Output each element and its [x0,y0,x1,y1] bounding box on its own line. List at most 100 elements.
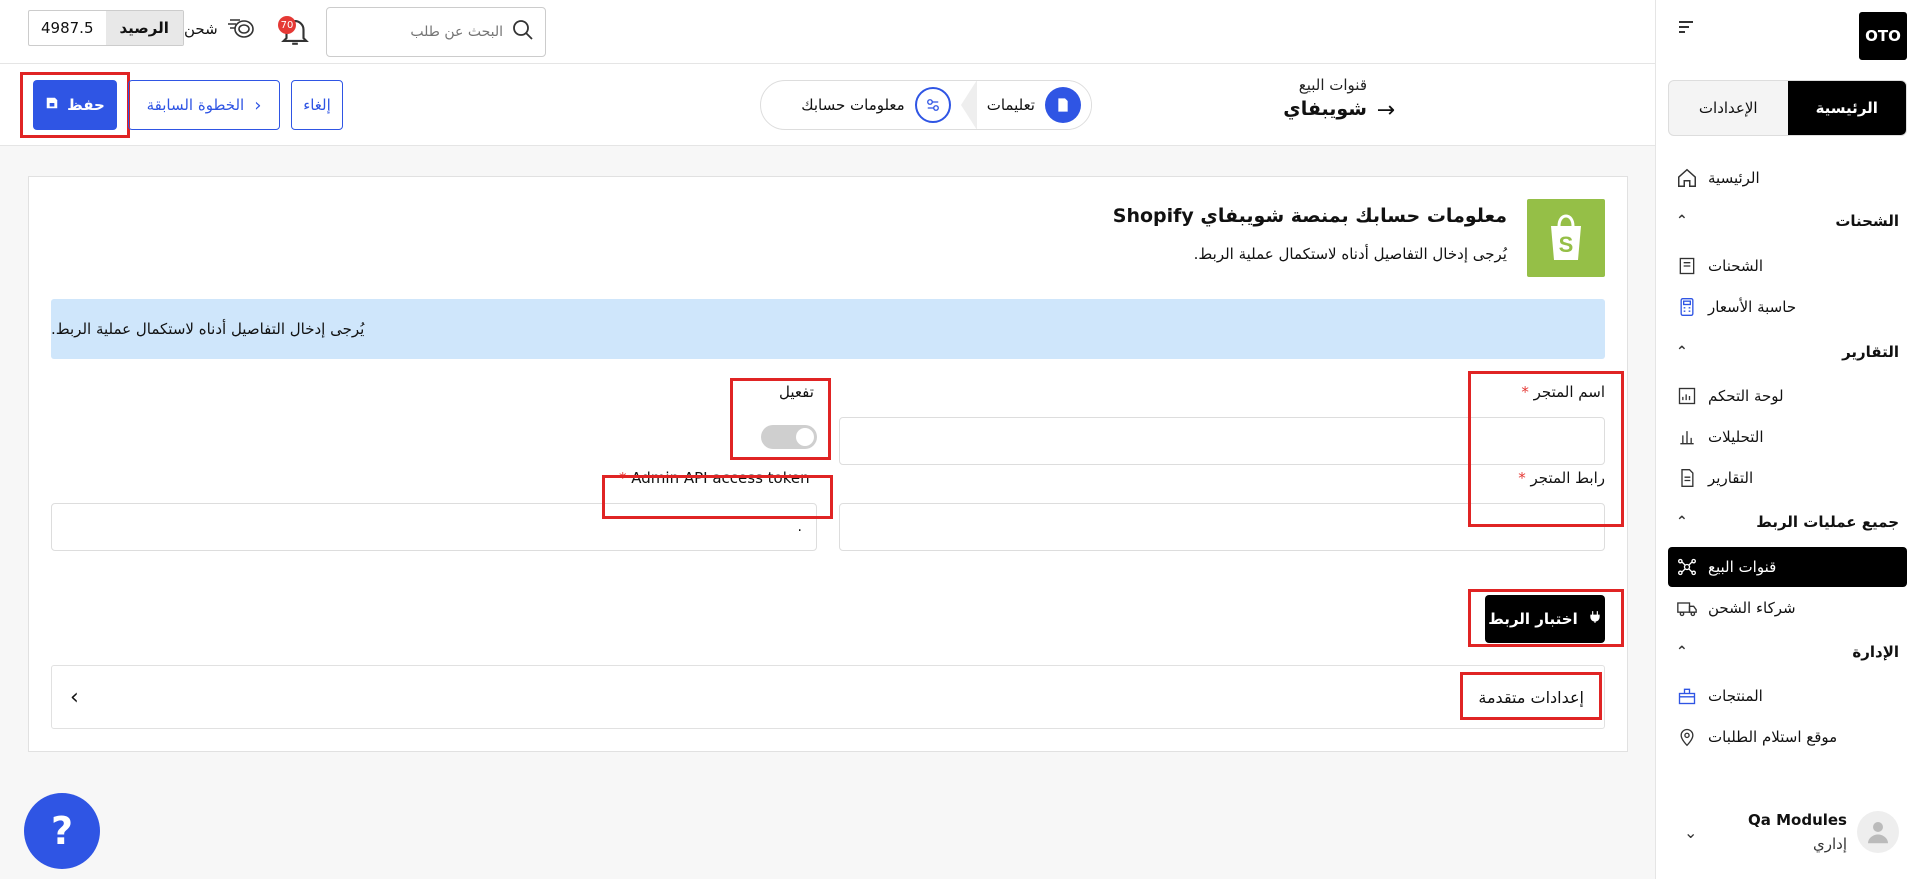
tab-home[interactable]: الرئيسية [1787,81,1906,135]
sidebar-item-sales-channels[interactable]: قنوات البيع [1668,547,1907,587]
advanced-settings-toggle[interactable]: ‹ إعدادات متقدمة [51,665,1605,729]
breadcrumb: قنوات البيع شويبفاي → [1283,76,1395,123]
sidebar-section-shipments[interactable]: الشحنات ⌃ [1668,205,1907,237]
calculator-icon [1676,296,1698,318]
breadcrumb-parent[interactable]: قنوات البيع [1283,76,1367,94]
chevron-right-icon: › [254,94,262,116]
section-title: جميع عمليات الربط [1756,513,1899,531]
sidebar-item-label: الشحنات [1708,257,1764,275]
sidebar-item-shipping-partners[interactable]: شركاء الشحن [1668,588,1907,628]
save-button[interactable]: حفظ [33,80,117,130]
sidebar-item-label: المنتجات [1708,687,1763,705]
section-title: التقارير [1842,343,1899,361]
dashboard-icon [1676,385,1698,407]
required-mark: * [1521,383,1529,401]
document-icon [1676,467,1698,489]
search-box[interactable] [326,7,546,57]
coins-icon [226,14,256,44]
activation-toggle[interactable] [761,425,817,449]
sidebar-item-label: لوحة التحكم [1708,387,1784,405]
chevron-down-icon[interactable]: ⌄ [1684,823,1697,842]
sidebar-item-reports[interactable]: التقارير [1668,458,1907,498]
chevron-up-icon: ⌃ [1676,213,1688,229]
store-url-input[interactable] [839,503,1605,551]
tab-settings[interactable]: الإعدادات [1669,81,1788,135]
charge-label: شحن [184,20,218,38]
step-label: معلومات حسابك [801,96,905,114]
sidebar-item-analytics[interactable]: التحليلات [1668,417,1907,457]
chevron-up-icon: ⌃ [1676,514,1688,530]
sidebar-item-label: حاسبة الأسعار [1708,298,1797,316]
sidebar-item-products[interactable]: المنتجات [1668,676,1907,716]
sidebar-tabs: الرئيسية الإعدادات [1668,80,1907,136]
balance-value: 4987.5 [41,19,94,37]
chevron-up-icon: ⌃ [1676,644,1688,660]
home-icon [1676,167,1698,189]
notifications-button[interactable]: 70 [278,14,312,48]
sidebar-item-dashboard[interactable]: لوحة التحكم [1668,376,1907,416]
sidebar-item-label: التحليلات [1708,428,1764,446]
sidebar-item-home[interactable]: الرئيسية [1668,158,1907,198]
step-account-info[interactable]: معلومات حسابك [791,81,961,129]
toggle-knob [796,428,814,446]
token-input[interactable]: . [51,503,817,551]
document-icon [1045,87,1081,123]
step-label: تعليمات [986,96,1035,114]
charge-button[interactable]: شحن [184,12,256,46]
required-mark: * [619,469,627,487]
prev-label: الخطوة السابقة [146,96,245,114]
label-text: رابط المتجر [1530,469,1606,487]
analytics-icon [1676,426,1698,448]
save-icon [45,96,59,114]
label-text: اسم المتجر [1533,383,1605,401]
top-bar: 4987.5 الرصيد شحن 70 [0,0,1655,64]
plug-icon [1588,609,1602,629]
test-label: اختبار الربط [1488,610,1578,628]
sidebar-item-price-calculator[interactable]: حاسبة الأسعار [1668,287,1907,327]
section-title: الإدارة [1852,643,1899,661]
previous-step-button[interactable]: الخطوة السابقة › [128,80,280,130]
search-input[interactable] [329,24,503,40]
info-text: يُرجى إدخال التفاصيل أدناه لاستكمال عملي… [51,320,365,338]
notification-badge: 70 [278,16,296,34]
sidebar-section-reports[interactable]: التقارير ⌃ [1668,336,1907,368]
step-instructions[interactable]: تعليمات [976,81,1091,129]
settings-icon [914,87,951,123]
balance-label: الرصيد [105,11,183,45]
action-bar: حفظ الخطوة السابقة › إلغاء تعليمات معلوم… [0,64,1655,146]
box-icon [1676,255,1698,277]
cancel-button[interactable]: إلغاء [291,80,343,130]
network-icon [1676,556,1698,578]
chevron-left-icon: ‹ [70,684,79,710]
store-name-input[interactable] [839,417,1605,465]
info-banner: يُرجى إدخال التفاصيل أدناه لاستكمال عملي… [51,299,1605,359]
shopify-logo: S [1527,199,1605,277]
products-icon [1676,685,1698,707]
sidebar-item-shipments[interactable]: الشحنات [1668,246,1907,286]
truck-icon [1676,597,1698,619]
activation-label: تفعيل [779,383,814,401]
sidebar-item-label: التقارير [1708,469,1754,487]
sidebar-section-management[interactable]: الإدارة ⌃ [1668,636,1907,668]
sidebar-section-integrations[interactable]: جميع عمليات الربط ⌃ [1668,506,1907,538]
collapse-menu-icon[interactable] [1679,18,1699,38]
progress-stepper: تعليمات معلومات حسابك [760,80,1092,130]
back-arrow-icon[interactable]: → [1377,98,1395,123]
step-separator [960,81,977,129]
sidebar-item-label: الرئيسية [1708,169,1760,187]
card-title: معلومات حسابك بمنصة شويبفاي Shopify [1112,205,1507,227]
user-menu[interactable]: Qa Modules إداري ⌄ [1668,797,1907,867]
balance-widget: 4987.5 الرصيد [28,10,184,46]
sidebar-item-pickup-location[interactable]: موقع استلام الطلبات [1668,717,1907,757]
integration-card: S معلومات حسابك بمنصة شويبفاي Shopify يُ… [28,176,1628,752]
main-content: S معلومات حسابك بمنصة شويبفاي Shopify يُ… [0,146,1655,879]
user-info: Qa Modules إداري [1707,811,1847,853]
oto-logo[interactable]: OTO [1859,12,1907,60]
save-label: حفظ [67,96,105,114]
card-subtitle: يُرجى إدخال التفاصيل أدناه لاستكمال عملي… [1193,245,1507,263]
help-button[interactable]: ? [24,793,100,869]
search-icon [511,18,535,46]
test-connection-button[interactable]: اختبار الربط [1485,595,1605,643]
user-role: إداري [1813,835,1847,853]
user-name: Qa Modules [1748,811,1847,829]
